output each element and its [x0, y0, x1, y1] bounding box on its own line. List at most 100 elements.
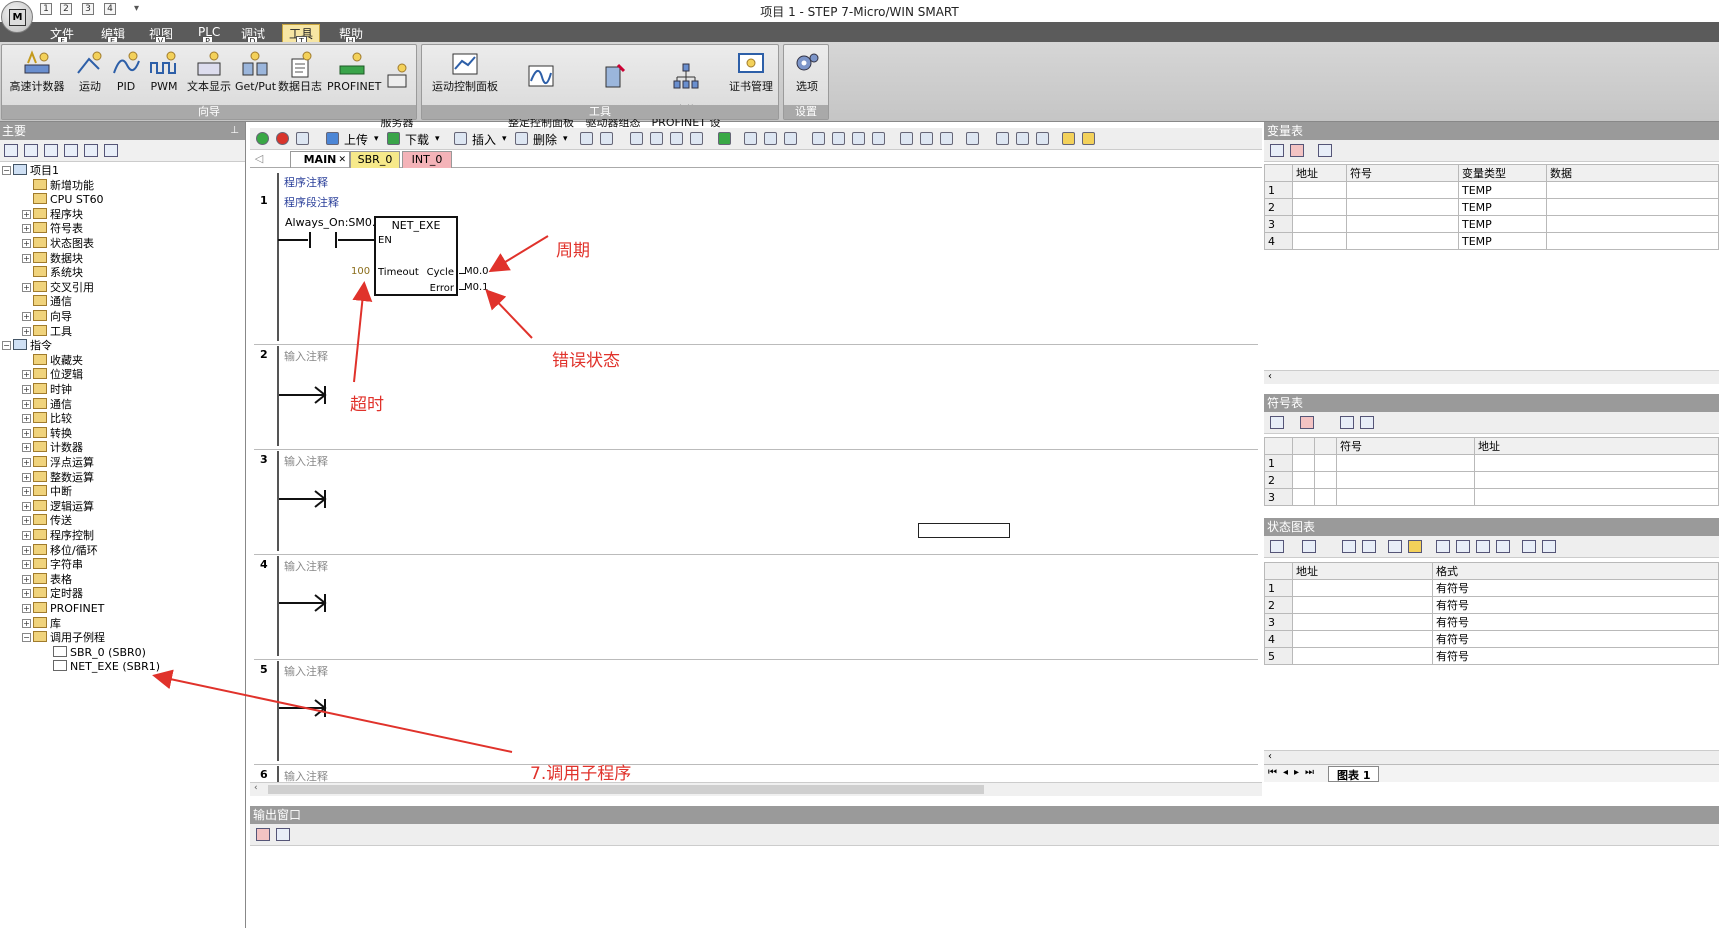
- download-dropdown-icon[interactable]: ▾: [435, 134, 440, 144]
- qat-print-icon[interactable]: 4: [104, 3, 120, 19]
- expand-icon[interactable]: +: [22, 239, 31, 248]
- insert-row-icon[interactable]: [1270, 144, 1284, 157]
- expand-icon[interactable]: +: [22, 472, 31, 482]
- tree-item[interactable]: + 程序块: [22, 207, 83, 222]
- tree-item[interactable]: + 整数运算: [22, 470, 94, 485]
- collapse-icon[interactable]: −: [2, 166, 11, 175]
- network-comment[interactable]: 输入注释: [284, 348, 328, 364]
- tree-item[interactable]: + 比较: [22, 412, 72, 426]
- key-icon[interactable]: [1062, 132, 1075, 145]
- tree-item[interactable]: + 向导: [22, 310, 72, 324]
- tree-item[interactable]: − 调用子例程: [22, 631, 105, 645]
- tree-list-icon[interactable]: [84, 144, 98, 157]
- upload-icon[interactable]: [326, 132, 339, 145]
- status-format-icon[interactable]: [1542, 540, 1556, 553]
- expand-icon[interactable]: +: [22, 209, 31, 219]
- expand-icon[interactable]: +: [22, 487, 31, 497]
- table-row[interactable]: 3 有符号: [1264, 613, 1719, 631]
- symbol-icon[interactable]: [966, 132, 979, 145]
- upload-dropdown-icon[interactable]: ▾: [374, 134, 379, 144]
- collapse-icon[interactable]: −: [2, 341, 11, 351]
- insert-status-row-icon[interactable]: [1270, 540, 1284, 553]
- program-comment[interactable]: 程序注释: [284, 174, 328, 190]
- expand-icon[interactable]: +: [22, 253, 31, 263]
- tab-scroll-left-icon[interactable]: ◁: [254, 151, 264, 168]
- tab-main-close-icon[interactable]: ✕: [338, 152, 346, 168]
- pid-wizard-button[interactable]: PID: [110, 49, 142, 93]
- status-trend-icon[interactable]: [1388, 540, 1402, 553]
- branch-icon-3[interactable]: [852, 132, 865, 145]
- insert-dropdown-icon[interactable]: ▾: [502, 134, 507, 144]
- col-symbol[interactable]: 符号: [1336, 437, 1475, 455]
- expand-icon[interactable]: +: [22, 589, 31, 599]
- status-delete-icon[interactable]: [1302, 540, 1316, 553]
- expand-icon[interactable]: +: [22, 312, 31, 321]
- table-icon[interactable]: [996, 132, 1009, 145]
- col-address[interactable]: 地址: [1292, 164, 1347, 182]
- motion-panel-button[interactable]: 运动控制面板: [426, 49, 504, 93]
- timeout-value[interactable]: 100: [351, 266, 370, 277]
- tree-item[interactable]: + 定时器: [22, 587, 83, 601]
- tree-item[interactable]: + 逻辑运算: [22, 499, 94, 514]
- tree-doc-icon[interactable]: [44, 144, 58, 157]
- table-row[interactable]: 1 TEMP: [1264, 181, 1719, 199]
- expand-icon[interactable]: +: [22, 604, 31, 613]
- tree-item[interactable]: + 库: [22, 616, 61, 631]
- table-row[interactable]: 3 TEMP: [1264, 215, 1719, 233]
- rung-icon-4[interactable]: [690, 132, 703, 145]
- edit-icon[interactable]: [1016, 132, 1029, 145]
- symbol-extra-icon-2[interactable]: [1360, 416, 1374, 429]
- tree-item[interactable]: + 工具: [22, 324, 72, 339]
- col-var-type[interactable]: 变量类型: [1458, 164, 1547, 182]
- status-lock-icon[interactable]: [1436, 540, 1450, 553]
- expand-icon[interactable]: +: [22, 326, 31, 336]
- coil-icon[interactable]: [920, 132, 933, 145]
- tree-page-icon[interactable]: [64, 144, 78, 157]
- table-row[interactable]: 2 有符号: [1264, 596, 1719, 614]
- insert-symbol-icon[interactable]: [1270, 416, 1284, 429]
- compile-icon[interactable]: [296, 132, 309, 145]
- tab-sbr0[interactable]: SBR_0: [350, 151, 400, 168]
- qat-new-icon[interactable]: 1: [40, 3, 56, 19]
- error-value[interactable]: M0.1: [464, 282, 489, 293]
- tree-view-icon[interactable]: [4, 144, 18, 157]
- tree-monitor-icon[interactable]: [104, 144, 118, 157]
- var-table-extra-icon[interactable]: [1318, 144, 1332, 157]
- application-button[interactable]: M: [1, 1, 33, 33]
- box-icon[interactable]: [940, 132, 953, 145]
- clear-output-icon[interactable]: [256, 828, 270, 841]
- rung-icon-3[interactable]: [670, 132, 683, 145]
- bookmark-next-icon[interactable]: [600, 132, 613, 145]
- network-comment[interactable]: 输入注释: [284, 453, 328, 469]
- lock-icon-2[interactable]: [764, 132, 777, 145]
- tree-item[interactable]: 收藏夹: [22, 353, 83, 368]
- delete-button[interactable]: 删除: [533, 131, 557, 148]
- expand-icon[interactable]: +: [22, 443, 31, 453]
- collapse-icon[interactable]: −: [22, 633, 31, 643]
- run-icon[interactable]: [256, 132, 269, 145]
- scroll-left-icon[interactable]: ‹: [254, 783, 258, 793]
- network-comment[interactable]: 输入注释: [284, 558, 328, 574]
- symbol-extra-icon-1[interactable]: [1340, 416, 1354, 429]
- tree-item[interactable]: − 项目1: [2, 164, 59, 178]
- certificate-manager-button[interactable]: 证书管理: [724, 49, 778, 93]
- scrollbar-thumb[interactable]: [268, 785, 984, 794]
- tree-item[interactable]: 新增功能: [22, 178, 94, 193]
- table-row[interactable]: 2: [1264, 471, 1719, 489]
- check-icon[interactable]: [1036, 132, 1049, 145]
- pwm-wizard-button[interactable]: PWM: [146, 49, 182, 93]
- table-row[interactable]: 4 TEMP: [1264, 232, 1719, 250]
- tree-item[interactable]: + 移位/循环: [22, 543, 98, 558]
- edit-cursor-box[interactable]: [918, 523, 1010, 538]
- tree-item[interactable]: CPU ST60: [22, 193, 104, 207]
- bookmark-icon[interactable]: [580, 132, 593, 145]
- expand-icon[interactable]: +: [22, 399, 31, 409]
- status-lock-icon-2[interactable]: [1456, 540, 1470, 553]
- options-button[interactable]: 选项: [788, 49, 826, 93]
- cycle-value[interactable]: M0.0: [464, 266, 489, 277]
- status-run-icon[interactable]: [1342, 540, 1356, 553]
- pencil-icon[interactable]: [1408, 540, 1422, 553]
- col-format[interactable]: 格式: [1432, 562, 1719, 580]
- net-exe-function-block[interactable]: NET_EXE EN Timeout Cycle Error: [374, 216, 458, 296]
- delete-dropdown-icon[interactable]: ▾: [563, 134, 568, 144]
